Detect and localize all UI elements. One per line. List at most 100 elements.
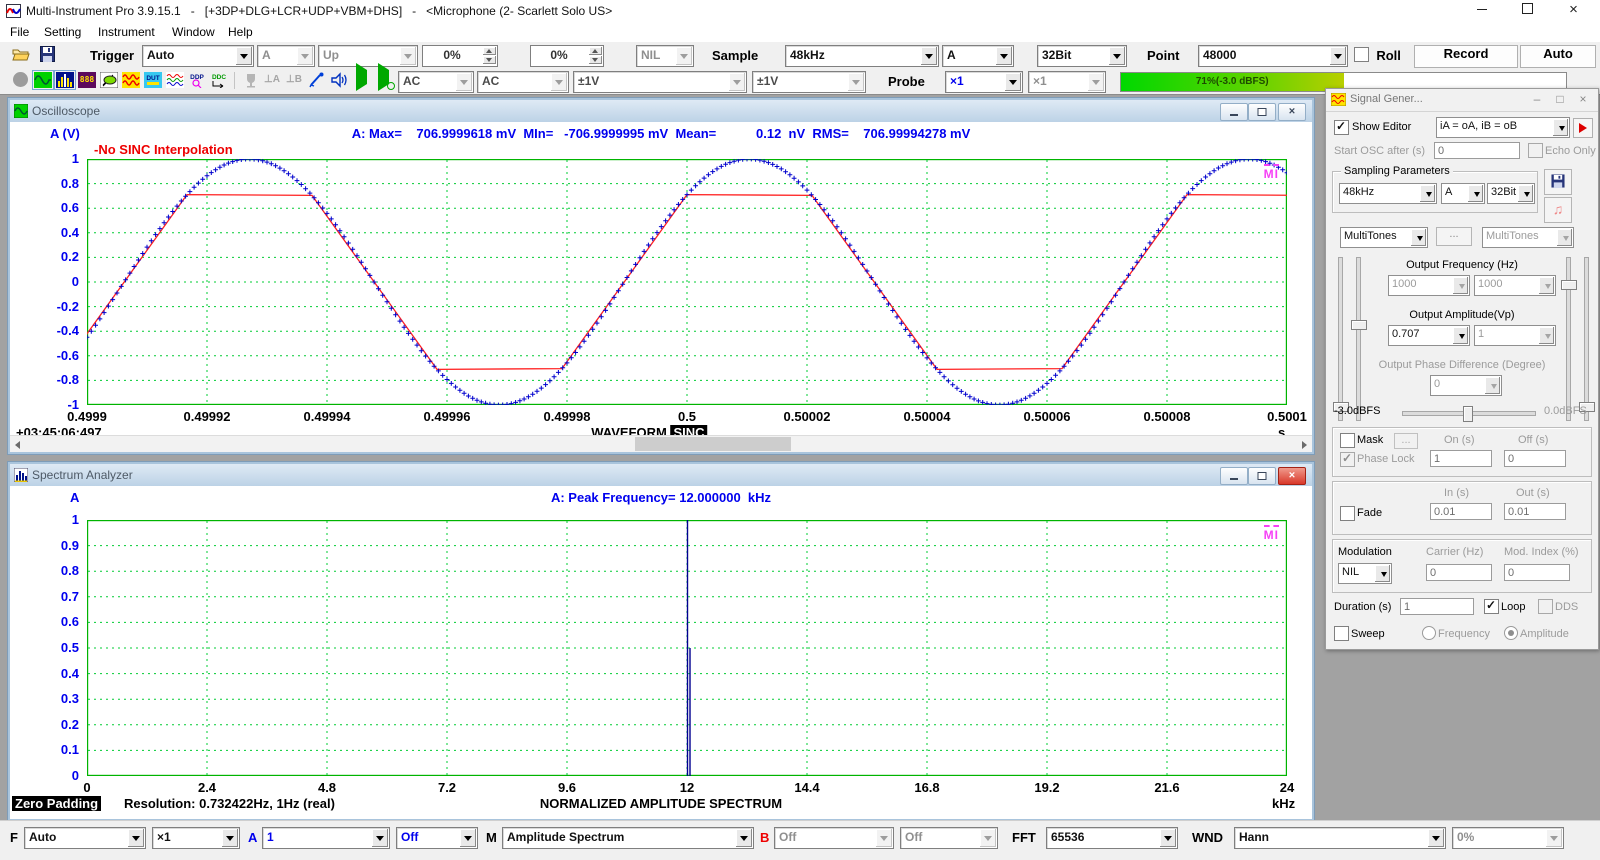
oscilloscope-restore-button[interactable]: [1248, 103, 1276, 121]
trigger-edge-combo[interactable]: Up: [318, 45, 418, 67]
trigger-delay-spinner[interactable]: 0%: [530, 45, 604, 67]
freq-b-combo[interactable]: 1000: [1474, 275, 1556, 296]
freq-mult-combo[interactable]: ×1: [152, 827, 240, 849]
gen-bits-combo[interactable]: 32Bit: [1487, 183, 1535, 204]
mask-on-input[interactable]: [1430, 450, 1492, 467]
sweep-frequency-radio[interactable]: [1422, 626, 1436, 641]
scroll-left-icon[interactable]: [10, 436, 27, 452]
amp-a-slider[interactable]: [1356, 257, 1361, 421]
spin-down-icon[interactable]: [483, 56, 496, 64]
window-function-combo[interactable]: Hann: [1234, 827, 1446, 849]
oscilloscope-icon[interactable]: [32, 70, 54, 91]
close-button[interactable]: ×: [1551, 0, 1596, 22]
spin-up-icon[interactable]: [589, 47, 602, 55]
fade-checkbox[interactable]: [1340, 506, 1355, 522]
fade-out-input[interactable]: [1504, 503, 1566, 520]
spectrum-minimize-button[interactable]: [1220, 467, 1248, 485]
fft-size-combo[interactable]: 65536: [1046, 827, 1178, 849]
sampling-rate-combo[interactable]: 48kHz: [785, 45, 939, 67]
slider-handle[interactable]: [1561, 280, 1577, 290]
range-a-combo[interactable]: ±1V: [573, 71, 747, 93]
freq-a-combo[interactable]: 1000: [1388, 275, 1470, 296]
record-length-combo[interactable]: 48000: [1198, 45, 1348, 67]
dds-checkbox[interactable]: [1538, 599, 1553, 615]
spectrum-plot[interactable]: MI: [87, 520, 1287, 776]
spectrum-restore-button[interactable]: [1248, 467, 1276, 485]
slider-handle[interactable]: [1351, 320, 1367, 330]
spectrum-titlebar[interactable]: Spectrum Analyzer ×: [10, 464, 1312, 487]
auto-scale-button[interactable]: Auto: [1520, 45, 1596, 68]
signal-generator-icon[interactable]: [120, 70, 142, 91]
freq-axis-combo[interactable]: Auto: [24, 827, 146, 849]
mask-checkbox[interactable]: [1340, 433, 1355, 449]
amp-b-slider[interactable]: [1584, 257, 1589, 421]
b-ref-combo[interactable]: Off: [900, 827, 998, 849]
waveform-editor-button[interactable]: ...: [1436, 227, 1472, 246]
zero-padding-tag[interactable]: Zero Padding: [12, 796, 101, 811]
sweep-checkbox[interactable]: [1334, 626, 1349, 642]
waveform-b-combo[interactable]: MultiTones: [1482, 227, 1574, 248]
run-icon[interactable]: [352, 70, 374, 91]
siggen-minimize-button[interactable]: –: [1526, 92, 1548, 108]
slider-handle[interactable]: [1463, 406, 1473, 422]
duration-input[interactable]: [1400, 598, 1474, 615]
probe-a-combo[interactable]: ×1: [945, 71, 1023, 93]
menu-instrument[interactable]: Instrument: [92, 24, 161, 40]
save-icon[interactable]: [40, 46, 55, 62]
freq-b-slider[interactable]: [1566, 257, 1571, 421]
oscilloscope-close-button[interactable]: ×: [1278, 103, 1306, 121]
scroll-right-icon[interactable]: [1295, 436, 1312, 452]
coupling-a-combo[interactable]: AC: [398, 71, 474, 93]
siggen-maximize-button[interactable]: □: [1549, 92, 1571, 108]
bit-depth-combo[interactable]: 32Bit: [1037, 45, 1127, 67]
dbfs-slider[interactable]: [1402, 411, 1536, 416]
mod-index-input[interactable]: [1504, 564, 1570, 581]
oscilloscope-plot[interactable]: MI: [87, 159, 1287, 405]
sound-output-icon[interactable]: [328, 70, 350, 91]
derived-data-curves-icon[interactable]: [164, 70, 186, 91]
spin-up-icon[interactable]: [483, 47, 496, 55]
trigger-hpf-combo[interactable]: NIL: [636, 45, 694, 67]
spin-down-icon[interactable]: [589, 56, 602, 64]
carrier-input[interactable]: [1426, 564, 1492, 581]
gen-channel-combo[interactable]: A: [1441, 183, 1485, 204]
view-mode-combo[interactable]: Amplitude Spectrum: [502, 827, 754, 849]
phase-combo[interactable]: 0: [1430, 375, 1502, 396]
menu-file[interactable]: File: [4, 24, 35, 40]
spectrum-analyzer-icon[interactable]: [54, 70, 76, 91]
spectrum-close-button[interactable]: ×: [1278, 467, 1306, 485]
spectrum-3d-plot-icon[interactable]: [98, 70, 120, 91]
trigger-mode-combo[interactable]: Auto: [142, 45, 254, 67]
freq-a-slider[interactable]: [1338, 257, 1343, 421]
probe-tool-icon[interactable]: [306, 70, 328, 91]
mask-off-input[interactable]: [1504, 450, 1566, 467]
show-editor-checkbox[interactable]: [1334, 120, 1349, 136]
oscilloscope-h-scrollbar[interactable]: [10, 435, 1312, 452]
probe-b-combo[interactable]: ×1: [1028, 71, 1106, 93]
modulation-combo[interactable]: NIL: [1338, 563, 1392, 584]
gen-save-button[interactable]: [1544, 169, 1572, 195]
phase-lock-checkbox[interactable]: [1340, 452, 1355, 468]
menu-window[interactable]: Window: [166, 24, 221, 40]
loop-checkbox[interactable]: [1484, 599, 1499, 615]
gen-rate-combo[interactable]: 48kHz: [1339, 183, 1437, 204]
oscilloscope-minimize-button[interactable]: [1220, 103, 1248, 121]
a-scale-combo[interactable]: 1: [262, 827, 390, 849]
menu-help[interactable]: Help: [222, 24, 259, 40]
gen-music-button[interactable]: ♫: [1544, 197, 1572, 223]
roll-checkbox[interactable]: [1354, 47, 1369, 62]
open-file-icon[interactable]: [12, 47, 30, 62]
run-with-output-icon[interactable]: [374, 70, 396, 91]
sampling-channel-combo[interactable]: A: [942, 45, 1014, 67]
waveform-a-combo[interactable]: MultiTones: [1340, 227, 1428, 248]
overlap-combo[interactable]: 0%: [1452, 827, 1564, 849]
record-button[interactable]: Record: [1414, 45, 1518, 68]
amp-a-combo[interactable]: 0.707: [1388, 325, 1470, 346]
mask-editor-button[interactable]: ...: [1394, 433, 1418, 449]
signal-generator-titlebar[interactable]: Signal Gener... – □ ×: [1326, 89, 1598, 112]
range-b-combo[interactable]: ±1V: [752, 71, 866, 93]
fade-in-input[interactable]: [1430, 503, 1492, 520]
trigger-level-spinner[interactable]: 0%: [422, 45, 498, 67]
coupling-b-combo[interactable]: AC: [477, 71, 569, 93]
menu-setting[interactable]: Setting: [38, 24, 87, 40]
